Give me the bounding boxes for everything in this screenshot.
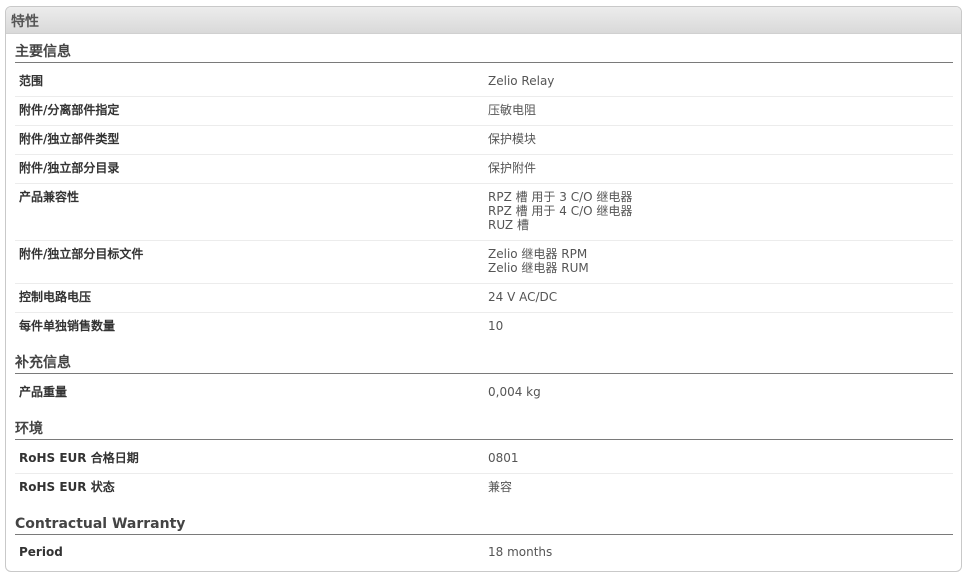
spec-label: Period xyxy=(19,545,63,559)
characteristics-panel: 特性 主要信息 范围 Zelio Relay 附件/分离部件指定 压敏电阻 附件… xyxy=(5,6,962,572)
spec-row: 附件/分离部件指定 压敏电阻 xyxy=(15,97,953,126)
spec-row: 附件/独立部件类型 保护模块 xyxy=(15,126,953,155)
spec-label: 范围 xyxy=(19,74,44,88)
spec-row: 产品兼容性 RPZ 槽 用于 3 C/O 继电器 RPZ 槽 用于 4 C/O … xyxy=(15,184,953,241)
spec-label: 附件/独立部件类型 xyxy=(19,132,120,146)
panel-header: 特性 xyxy=(6,7,961,34)
panel-title: 特性 xyxy=(11,14,39,30)
section-title-environment: 环境 xyxy=(15,421,953,440)
spec-value: 压敏电阻 xyxy=(488,103,537,117)
spec-row: Period 18 months xyxy=(15,540,953,568)
section-title-main-info: 主要信息 xyxy=(15,44,953,63)
spec-value: 18 months xyxy=(488,545,553,559)
spec-value-line: RUZ 槽 xyxy=(488,218,529,232)
spec-value: 24 V AC/DC xyxy=(488,290,558,304)
spec-label: RoHS EUR 合格日期 xyxy=(19,451,139,465)
spec-row: RoHS EUR 状态 兼容 xyxy=(15,474,953,503)
spec-value-line: RPZ 槽 用于 4 C/O 继电器 xyxy=(488,204,633,218)
spec-value-line: Zelio 继电器 RPM xyxy=(488,247,588,261)
spec-label: 控制电路电压 xyxy=(19,290,92,304)
spec-value: 保护附件 xyxy=(488,161,537,175)
spec-label: 产品兼容性 xyxy=(19,190,80,204)
spec-value: RPZ 槽 用于 3 C/O 继电器 RPZ 槽 用于 4 C/O 继电器 RU… xyxy=(488,190,632,232)
spec-value: 保护模块 xyxy=(488,132,537,146)
spec-value-line: Zelio 继电器 RUM xyxy=(488,261,589,275)
spec-value: 兼容 xyxy=(488,480,513,494)
section-title-supplementary-info: 补充信息 xyxy=(15,355,953,374)
spec-row: 每件单独销售数量 10 xyxy=(15,313,953,342)
spec-row: 控制电路电压 24 V AC/DC xyxy=(15,284,953,313)
spec-label: 附件/独立部分目标文件 xyxy=(19,247,144,261)
spec-label: 每件单独销售数量 xyxy=(19,319,116,333)
spec-value: 10 xyxy=(488,319,504,333)
spec-label: 附件/独立部分目录 xyxy=(19,161,120,175)
spec-row: 范围 Zelio Relay xyxy=(15,68,953,97)
spec-label: 附件/分离部件指定 xyxy=(19,103,120,117)
spec-row: RoHS EUR 合格日期 0801 xyxy=(15,445,953,474)
spec-value: 0,004 kg xyxy=(488,385,541,399)
spec-row: 附件/独立部分目录 保护附件 xyxy=(15,155,953,184)
spec-label: RoHS EUR 状态 xyxy=(19,480,115,494)
spec-label: 产品重量 xyxy=(19,385,68,399)
spec-value: 0801 xyxy=(488,451,519,465)
spec-row: 产品重量 0,004 kg xyxy=(15,379,953,408)
spec-row: 附件/独立部分目标文件 Zelio 继电器 RPM Zelio 继电器 RUM xyxy=(15,241,953,284)
spec-value: Zelio Relay xyxy=(488,74,555,88)
section-title-contractual-warranty: Contractual Warranty xyxy=(15,516,953,535)
spec-value: Zelio 继电器 RPM Zelio 继电器 RUM xyxy=(488,247,589,275)
spec-value-line: RPZ 槽 用于 3 C/O 继电器 xyxy=(488,190,633,204)
